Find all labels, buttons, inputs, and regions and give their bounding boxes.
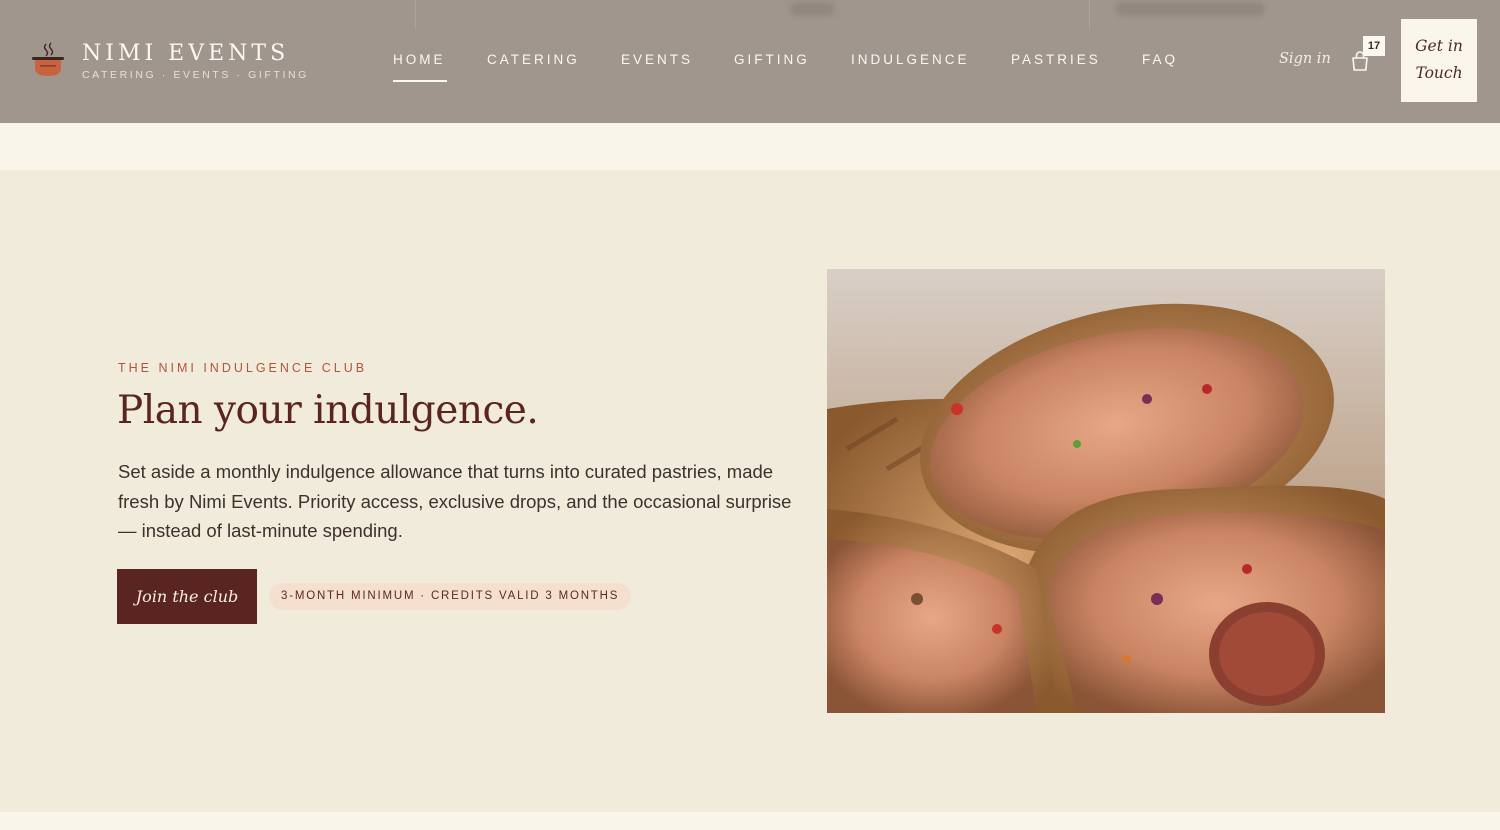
nav-item-indulgence[interactable]: INDULGENCE bbox=[851, 52, 970, 67]
header-backdrop-divider bbox=[1089, 0, 1090, 30]
hero-title: Plan your indulgence. bbox=[117, 388, 539, 433]
section-eyebrow: THE NIMI INDULGENCE CLUB bbox=[118, 361, 368, 375]
steaming-pot-icon[interactable] bbox=[30, 40, 66, 78]
brand-tagline: CATERING · EVENTS · GIFTING bbox=[82, 69, 309, 81]
sign-in-link[interactable]: Sign in bbox=[1279, 51, 1331, 67]
nav-item-gifting[interactable]: GIFTING bbox=[734, 52, 810, 67]
get-in-touch-line2: Touch bbox=[1415, 64, 1463, 82]
header-backdrop-shape bbox=[1115, 2, 1265, 16]
nav-item-events[interactable]: EVENTS bbox=[621, 52, 693, 67]
hero-description: Set aside a monthly indulgence allowance… bbox=[118, 461, 792, 541]
brand-name[interactable]: NIMI EVENTS bbox=[82, 41, 289, 66]
header-backdrop-divider bbox=[415, 0, 416, 30]
cart-count-badge: 17 bbox=[1363, 36, 1385, 56]
terms-pill: 3-MONTH MINIMUM · CREDITS VALID 3 MONTHS bbox=[269, 583, 632, 610]
join-club-button[interactable]: Join the club bbox=[117, 569, 257, 624]
section-divider-band bbox=[0, 123, 1500, 170]
header-backdrop-shape bbox=[790, 2, 835, 16]
grilled-wrap-photo bbox=[827, 269, 1385, 713]
get-in-touch-button[interactable]: Get in Touch bbox=[1401, 19, 1477, 102]
nav-active-indicator bbox=[393, 80, 447, 82]
nav-item-catering[interactable]: CATERING bbox=[487, 52, 580, 67]
site-header: NIMI EVENTS CATERING · EVENTS · GIFTING … bbox=[0, 0, 1500, 123]
section-divider-band bbox=[0, 812, 1500, 830]
get-in-touch-line1: Get in bbox=[1415, 37, 1463, 55]
nav-item-home[interactable]: HOME bbox=[393, 52, 446, 67]
nav-item-pastries[interactable]: PASTRIES bbox=[1011, 52, 1101, 67]
nav-item-faq[interactable]: FAQ bbox=[1142, 52, 1178, 67]
